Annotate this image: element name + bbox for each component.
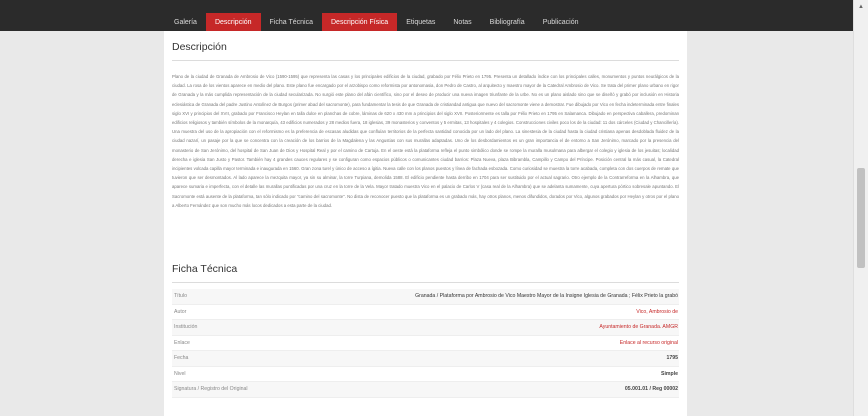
tab-descripcion[interactable]: Descripción <box>205 13 261 31</box>
field-label-nivel: Nivel <box>174 370 186 377</box>
field-label-signatura: Signatura / Registro del Original <box>174 386 248 393</box>
tab-notas[interactable]: Notas <box>444 13 480 31</box>
divider <box>172 282 679 283</box>
scroll-up-arrow-icon[interactable]: ▲ <box>854 0 868 14</box>
top-navigation-bar: Galería Descripción Ficha Técnica Descri… <box>0 0 853 31</box>
description-heading: Descripción <box>172 41 227 53</box>
field-label-autor: Autor <box>174 308 187 315</box>
table-row: Autor Vico, Ambrosio de <box>172 305 679 320</box>
field-value-signatura: 05.001.01 / Reg 00002 <box>624 386 678 393</box>
author-link[interactable]: Vico, Ambrosio de <box>636 309 679 315</box>
scrollbar-thumb[interactable] <box>857 168 865 268</box>
field-label-institucion: Institución <box>174 324 198 331</box>
tab-bibliografia[interactable]: Bibliografía <box>481 13 534 31</box>
table-row: Signatura / Registro del Original 05.001… <box>172 382 679 398</box>
tab-ficha-tecnica[interactable]: Ficha Técnica <box>261 13 322 31</box>
field-value-nivel: Simple <box>660 370 678 377</box>
tab-descripcion-fisica[interactable]: Descripción Física <box>322 13 398 31</box>
tab-publicacion[interactable]: Publicación <box>534 13 588 31</box>
section-tabs: Galería Descripción Ficha Técnica Descri… <box>165 13 588 31</box>
main-content: Descripción Plano de la ciudad de Granad… <box>164 31 687 416</box>
tab-etiquetas[interactable]: Etiquetas <box>397 13 444 31</box>
institution-link[interactable]: Ayuntamiento de Granada. AMGR <box>599 324 679 330</box>
field-value-fecha: 1795 <box>666 355 678 362</box>
description-text: Plano de la ciudad de Granada de Ambrosi… <box>172 74 679 208</box>
original-resource-link[interactable]: Enlace al recurso original <box>620 340 679 346</box>
field-label-enlace: Enlace <box>174 339 190 346</box>
table-row: Fecha 1795 <box>172 351 679 367</box>
divider <box>172 60 679 61</box>
field-label-fecha: Fecha <box>174 355 189 362</box>
ficha-tecnica-heading: Ficha Técnica <box>172 263 238 275</box>
field-value-titulo: Granada / Plataforma por Ambrosio de Vic… <box>415 293 678 300</box>
table-row: Nivel Simple <box>172 367 679 382</box>
tab-galeria[interactable]: Galería <box>165 13 206 31</box>
table-row: Título Granada / Plataforma por Ambrosio… <box>172 289 679 305</box>
table-row: Enlace Enlace al recurso original <box>172 336 679 351</box>
ficha-tecnica-table: Título Granada / Plataforma por Ambrosio… <box>172 289 679 398</box>
field-label-titulo: Título <box>174 293 187 300</box>
vertical-scrollbar[interactable]: ▲ <box>853 0 868 416</box>
table-row: Institución Ayuntamiento de Granada. AMG… <box>172 320 679 336</box>
